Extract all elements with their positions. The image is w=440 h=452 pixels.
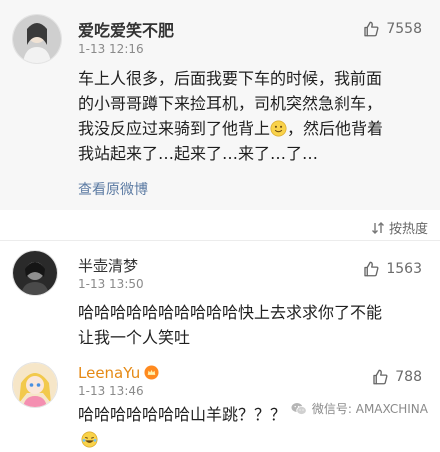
thumbs-up-icon	[364, 21, 379, 37]
wechat-watermark: 微信号: AMAXCHINA	[291, 400, 428, 417]
comment-time: 1-13 13:50	[78, 277, 144, 291]
sort-bar: 按热度	[0, 210, 440, 240]
avatar[interactable]	[12, 250, 58, 296]
comment-time: 1-13 13:46	[78, 384, 144, 398]
comment-text-line: 哈哈哈哈哈哈哈山羊跳？？？	[78, 402, 298, 452]
laughing-tears-emoji-icon	[81, 431, 98, 448]
wechat-icon	[291, 402, 307, 415]
comment-author[interactable]: 爱吃爱笑不肥	[78, 17, 174, 41]
comment-text-line: 车上人很多，后面我要下车的时候，我前面	[78, 69, 383, 88]
comment-text-line: 哈哈哈哈哈哈哈哈哈哈快上去求求你了不能	[78, 303, 383, 322]
comment-author[interactable]: LeenaYu	[78, 364, 159, 382]
comment-text: 车上人很多，后面我要下车的时候，我前面 的小哥哥蹲下来捡耳机，司机突然急刹车， …	[78, 66, 428, 166]
comment-text: 哈哈哈哈哈哈哈哈哈哈快上去求求你了不能 让我一个人笑吐	[78, 300, 428, 350]
comment-author[interactable]: 半壶清梦	[78, 255, 138, 276]
view-original-link[interactable]: 查看原微博	[78, 179, 148, 199]
featured-comment-card: 爱吃爱笑不肥 1-13 12:16 7558 车上人很多，后面我要下车的时候，我…	[0, 0, 440, 210]
vip-crown-icon	[144, 365, 159, 380]
avatar[interactable]	[12, 14, 62, 64]
thumbs-up-icon	[373, 369, 388, 385]
divider	[0, 240, 440, 241]
smile-emoji-icon	[270, 120, 287, 137]
comment-text-line: 让我一个人笑吐	[78, 328, 191, 347]
comment-text-segment: ，然后他背着	[287, 119, 384, 138]
comment-text-line: 我站起来了…起来了…来了…了…	[78, 144, 319, 163]
comment-text-segment: 我没反应过来骑到了他背上	[78, 119, 271, 138]
like-count: 788	[395, 369, 422, 385]
comment-text-line: 的小哥哥蹲下来捡耳机，司机突然急刹车，	[78, 94, 383, 113]
comments-page: 爱吃爱笑不肥 1-13 12:16 7558 车上人很多，后面我要下车的时候，我…	[0, 0, 440, 448]
comment-text-line: 我没反应过来骑到了他背上 ，然后他背着	[78, 116, 428, 141]
like-button[interactable]: 7558	[362, 20, 422, 38]
sort-by-hotness-button[interactable]: 按热度	[371, 218, 428, 237]
sort-label: 按热度	[388, 222, 428, 237]
like-button[interactable]: 1563	[362, 260, 422, 278]
comment-text-segment: 哈哈哈哈哈哈哈山羊跳？？？	[78, 405, 287, 424]
like-count: 1563	[386, 261, 422, 277]
watermark-text: 微信号: AMAXCHINA	[311, 402, 428, 416]
like-count: 7558	[386, 21, 422, 37]
sort-icon	[371, 221, 384, 234]
like-button[interactable]: 788	[371, 368, 422, 386]
comment-text: 哈哈哈哈哈哈哈山羊跳？？？	[78, 402, 298, 452]
avatar[interactable]	[12, 362, 58, 408]
author-name: LeenaYu	[78, 364, 141, 382]
thumbs-up-icon	[364, 261, 379, 277]
comment-time: 1-13 12:16	[78, 42, 144, 56]
